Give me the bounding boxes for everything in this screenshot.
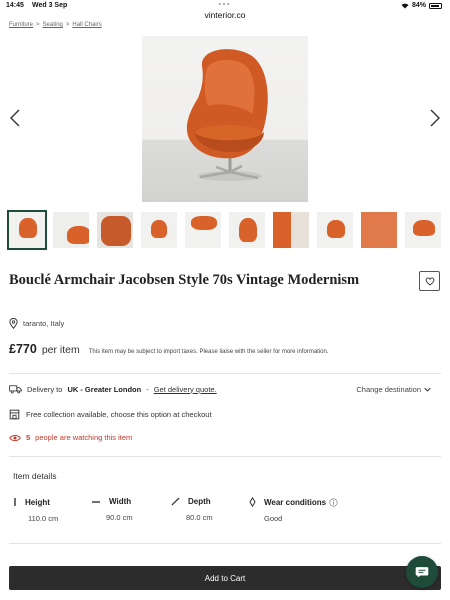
wear-icon bbox=[249, 497, 256, 507]
thumbnail-2[interactable] bbox=[53, 212, 89, 248]
spec-width-label: Width bbox=[109, 497, 132, 506]
location-pin-icon bbox=[9, 318, 18, 329]
thumbnail-strip bbox=[7, 210, 441, 250]
product-main-image[interactable] bbox=[142, 36, 308, 202]
watchers-count: 5 bbox=[26, 433, 31, 442]
spec-wear-label: Wear conditions bbox=[264, 497, 327, 507]
add-to-cart-button[interactable]: Add to Cart bbox=[9, 566, 441, 590]
delivery-row: Delivery to UK - Greater London - Get de… bbox=[9, 384, 441, 396]
eye-icon bbox=[9, 434, 21, 441]
breadcrumb-furniture[interactable]: Furniture bbox=[9, 22, 33, 28]
change-destination-label: Change destination bbox=[356, 385, 421, 394]
thumbnail-8[interactable] bbox=[317, 212, 353, 248]
divider bbox=[9, 373, 441, 374]
collection-text: Free collection available, choose this o… bbox=[26, 410, 212, 419]
seller-location: taranto, Italy bbox=[9, 318, 64, 329]
chat-button[interactable] bbox=[406, 556, 438, 588]
spec-wear-conditions: Wear conditions Good bbox=[249, 497, 338, 523]
location-text: taranto, Italy bbox=[23, 319, 65, 328]
wifi-icon bbox=[401, 3, 409, 8]
thumbnail-9[interactable] bbox=[361, 212, 397, 248]
delivery-prefix: Delivery to bbox=[27, 384, 63, 394]
import-tax-note: This item may be subject to import taxes… bbox=[88, 349, 329, 355]
chevron-down-icon bbox=[424, 387, 431, 392]
delivery-quote-link[interactable]: Get delivery quote. bbox=[154, 385, 217, 394]
delivery-separator: - bbox=[146, 384, 149, 394]
spec-wear-value: Good bbox=[264, 514, 283, 523]
width-icon bbox=[92, 500, 100, 503]
product-title: Bouclé Armchair Jacobsen Style 70s Vinta… bbox=[9, 272, 360, 288]
change-destination-button[interactable]: Change destination bbox=[356, 385, 431, 394]
add-to-cart-label: Add to Cart bbox=[204, 573, 246, 583]
thumbnail-10[interactable] bbox=[405, 212, 441, 248]
favourite-button[interactable] bbox=[419, 271, 440, 291]
delivery-info: Delivery to UK - Greater London - Get de… bbox=[9, 384, 217, 394]
breadcrumb-separator: > bbox=[36, 22, 40, 28]
spec-width: Width 90.0 cm bbox=[91, 497, 133, 522]
thumbnail-5[interactable] bbox=[185, 212, 221, 248]
store-icon bbox=[9, 409, 20, 420]
battery-percent: 84% bbox=[411, 2, 426, 9]
watchers-info: 5 people are watching this item bbox=[9, 433, 132, 442]
item-details-heading: Item details bbox=[13, 471, 57, 481]
thumbnail-1[interactable] bbox=[7, 210, 47, 250]
info-icon[interactable] bbox=[329, 497, 338, 507]
address-domain: vinterior.co bbox=[204, 10, 246, 20]
thumbnail-6[interactable] bbox=[229, 212, 265, 248]
heart-icon bbox=[425, 277, 434, 286]
divider bbox=[9, 543, 441, 544]
chat-bubble-icon bbox=[415, 567, 429, 578]
thumbnail-4[interactable] bbox=[141, 212, 177, 248]
spec-height-value: 110.0 cm bbox=[28, 514, 59, 523]
previous-image-arrow-icon[interactable] bbox=[8, 108, 22, 128]
spec-depth: Depth 80.0 cm bbox=[171, 497, 213, 522]
multitask-dots-icon[interactable] bbox=[219, 3, 229, 5]
collection-info: Free collection available, choose this o… bbox=[9, 409, 212, 420]
status-indicators: 84% bbox=[401, 2, 442, 9]
price: £770 bbox=[9, 342, 37, 356]
breadcrumb: Furniture > Seating > Hall Chairs bbox=[9, 22, 102, 28]
height-icon bbox=[14, 498, 16, 506]
spec-height-label: Height bbox=[25, 497, 50, 507]
delivery-destination: UK - Greater London bbox=[67, 384, 142, 394]
status-date: Wed 3 Sep bbox=[32, 2, 68, 9]
thumbnail-3[interactable] bbox=[97, 212, 133, 248]
depth-icon bbox=[171, 497, 180, 506]
thumbnail-7[interactable] bbox=[273, 212, 309, 248]
truck-icon bbox=[9, 385, 22, 394]
battery-icon bbox=[429, 2, 442, 9]
watchers-text: people are watching this item bbox=[35, 433, 133, 442]
spec-depth-label: Depth bbox=[188, 497, 211, 506]
price-unit: per item bbox=[41, 344, 80, 356]
status-time: 14:45 bbox=[6, 2, 24, 9]
egg-chair-illustration bbox=[186, 49, 268, 181]
spec-height: Height 110.0 cm bbox=[13, 497, 58, 523]
item-specs: Height 110.0 cm Width 90.0 cm Depth 80.0… bbox=[13, 497, 433, 531]
divider bbox=[9, 456, 441, 457]
breadcrumb-seating[interactable]: Seating bbox=[43, 22, 63, 28]
spec-width-value: 90.0 cm bbox=[106, 513, 133, 522]
breadcrumb-separator: > bbox=[65, 22, 70, 28]
next-image-arrow-icon[interactable] bbox=[428, 108, 442, 128]
breadcrumb-hall-chairs[interactable]: Hall Chairs bbox=[72, 22, 101, 28]
spec-depth-value: 80.0 cm bbox=[186, 513, 213, 522]
price-row: £770 per item This item may be subject t… bbox=[9, 342, 329, 356]
